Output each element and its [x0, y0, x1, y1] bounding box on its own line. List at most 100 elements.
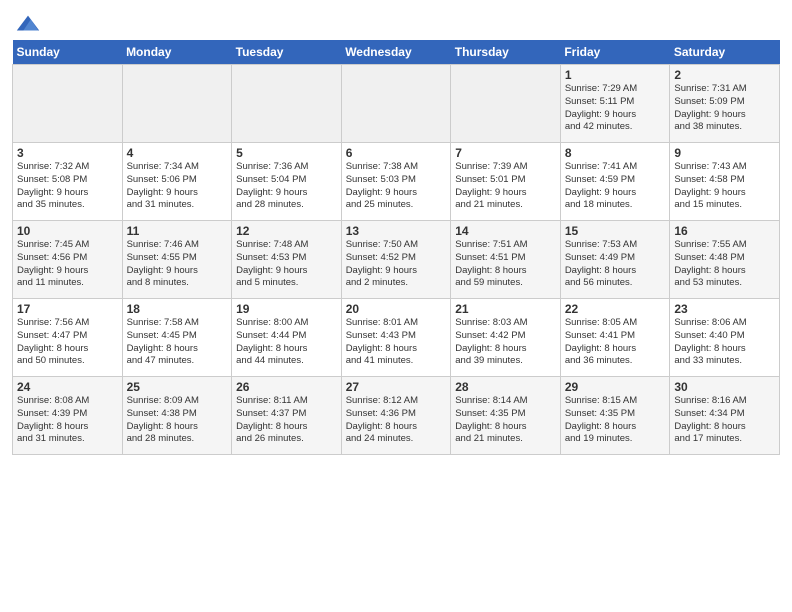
day-number: 15	[565, 224, 666, 238]
day-info: Sunrise: 8:03 AM Sunset: 4:42 PM Dayligh…	[455, 317, 556, 368]
day-cell-3: 3Sunrise: 7:32 AM Sunset: 5:08 PM Daylig…	[13, 143, 123, 221]
day-cell-25: 25Sunrise: 8:09 AM Sunset: 4:38 PM Dayli…	[122, 377, 232, 455]
day-number: 16	[674, 224, 775, 238]
day-number: 23	[674, 302, 775, 316]
week-row-4: 17Sunrise: 7:56 AM Sunset: 4:47 PM Dayli…	[13, 299, 780, 377]
day-info: Sunrise: 7:48 AM Sunset: 4:53 PM Dayligh…	[236, 239, 337, 290]
day-cell-9: 9Sunrise: 7:43 AM Sunset: 4:58 PM Daylig…	[670, 143, 780, 221]
day-number: 10	[17, 224, 118, 238]
day-info: Sunrise: 7:34 AM Sunset: 5:06 PM Dayligh…	[127, 161, 228, 212]
empty-cell	[13, 65, 123, 143]
day-number: 25	[127, 380, 228, 394]
day-info: Sunrise: 8:01 AM Sunset: 4:43 PM Dayligh…	[346, 317, 447, 368]
day-cell-29: 29Sunrise: 8:15 AM Sunset: 4:35 PM Dayli…	[560, 377, 670, 455]
day-cell-27: 27Sunrise: 8:12 AM Sunset: 4:36 PM Dayli…	[341, 377, 451, 455]
day-number: 12	[236, 224, 337, 238]
day-info: Sunrise: 8:12 AM Sunset: 4:36 PM Dayligh…	[346, 395, 447, 446]
day-info: Sunrise: 7:31 AM Sunset: 5:09 PM Dayligh…	[674, 83, 775, 134]
day-number: 6	[346, 146, 447, 160]
col-header-wednesday: Wednesday	[341, 40, 451, 65]
day-info: Sunrise: 8:14 AM Sunset: 4:35 PM Dayligh…	[455, 395, 556, 446]
day-info: Sunrise: 8:05 AM Sunset: 4:41 PM Dayligh…	[565, 317, 666, 368]
day-number: 5	[236, 146, 337, 160]
logo-icon	[14, 10, 42, 38]
day-number: 2	[674, 68, 775, 82]
day-cell-7: 7Sunrise: 7:39 AM Sunset: 5:01 PM Daylig…	[451, 143, 561, 221]
day-info: Sunrise: 7:53 AM Sunset: 4:49 PM Dayligh…	[565, 239, 666, 290]
header	[12, 10, 780, 34]
day-number: 20	[346, 302, 447, 316]
day-cell-18: 18Sunrise: 7:58 AM Sunset: 4:45 PM Dayli…	[122, 299, 232, 377]
day-cell-13: 13Sunrise: 7:50 AM Sunset: 4:52 PM Dayli…	[341, 221, 451, 299]
empty-cell	[232, 65, 342, 143]
day-info: Sunrise: 8:00 AM Sunset: 4:44 PM Dayligh…	[236, 317, 337, 368]
day-cell-22: 22Sunrise: 8:05 AM Sunset: 4:41 PM Dayli…	[560, 299, 670, 377]
day-number: 1	[565, 68, 666, 82]
day-info: Sunrise: 7:29 AM Sunset: 5:11 PM Dayligh…	[565, 83, 666, 134]
header-row: SundayMondayTuesdayWednesdayThursdayFrid…	[13, 40, 780, 65]
week-row-1: 1Sunrise: 7:29 AM Sunset: 5:11 PM Daylig…	[13, 65, 780, 143]
col-header-saturday: Saturday	[670, 40, 780, 65]
col-header-tuesday: Tuesday	[232, 40, 342, 65]
day-cell-16: 16Sunrise: 7:55 AM Sunset: 4:48 PM Dayli…	[670, 221, 780, 299]
day-number: 27	[346, 380, 447, 394]
day-number: 30	[674, 380, 775, 394]
day-cell-19: 19Sunrise: 8:00 AM Sunset: 4:44 PM Dayli…	[232, 299, 342, 377]
day-info: Sunrise: 7:55 AM Sunset: 4:48 PM Dayligh…	[674, 239, 775, 290]
day-number: 13	[346, 224, 447, 238]
day-number: 21	[455, 302, 556, 316]
empty-cell	[122, 65, 232, 143]
day-cell-21: 21Sunrise: 8:03 AM Sunset: 4:42 PM Dayli…	[451, 299, 561, 377]
day-info: Sunrise: 7:38 AM Sunset: 5:03 PM Dayligh…	[346, 161, 447, 212]
day-cell-6: 6Sunrise: 7:38 AM Sunset: 5:03 PM Daylig…	[341, 143, 451, 221]
day-cell-4: 4Sunrise: 7:34 AM Sunset: 5:06 PM Daylig…	[122, 143, 232, 221]
col-header-thursday: Thursday	[451, 40, 561, 65]
col-header-sunday: Sunday	[13, 40, 123, 65]
day-info: Sunrise: 7:58 AM Sunset: 4:45 PM Dayligh…	[127, 317, 228, 368]
day-info: Sunrise: 8:16 AM Sunset: 4:34 PM Dayligh…	[674, 395, 775, 446]
empty-cell	[341, 65, 451, 143]
day-cell-17: 17Sunrise: 7:56 AM Sunset: 4:47 PM Dayli…	[13, 299, 123, 377]
day-cell-10: 10Sunrise: 7:45 AM Sunset: 4:56 PM Dayli…	[13, 221, 123, 299]
page-container: SundayMondayTuesdayWednesdayThursdayFrid…	[0, 0, 792, 465]
day-cell-12: 12Sunrise: 7:48 AM Sunset: 4:53 PM Dayli…	[232, 221, 342, 299]
day-info: Sunrise: 7:46 AM Sunset: 4:55 PM Dayligh…	[127, 239, 228, 290]
day-info: Sunrise: 8:11 AM Sunset: 4:37 PM Dayligh…	[236, 395, 337, 446]
day-info: Sunrise: 7:41 AM Sunset: 4:59 PM Dayligh…	[565, 161, 666, 212]
day-info: Sunrise: 8:06 AM Sunset: 4:40 PM Dayligh…	[674, 317, 775, 368]
day-number: 18	[127, 302, 228, 316]
day-number: 19	[236, 302, 337, 316]
day-number: 3	[17, 146, 118, 160]
day-cell-11: 11Sunrise: 7:46 AM Sunset: 4:55 PM Dayli…	[122, 221, 232, 299]
day-info: Sunrise: 7:56 AM Sunset: 4:47 PM Dayligh…	[17, 317, 118, 368]
day-number: 24	[17, 380, 118, 394]
day-cell-24: 24Sunrise: 8:08 AM Sunset: 4:39 PM Dayli…	[13, 377, 123, 455]
week-row-2: 3Sunrise: 7:32 AM Sunset: 5:08 PM Daylig…	[13, 143, 780, 221]
day-cell-30: 30Sunrise: 8:16 AM Sunset: 4:34 PM Dayli…	[670, 377, 780, 455]
day-info: Sunrise: 8:09 AM Sunset: 4:38 PM Dayligh…	[127, 395, 228, 446]
day-number: 28	[455, 380, 556, 394]
col-header-monday: Monday	[122, 40, 232, 65]
day-cell-8: 8Sunrise: 7:41 AM Sunset: 4:59 PM Daylig…	[560, 143, 670, 221]
day-cell-2: 2Sunrise: 7:31 AM Sunset: 5:09 PM Daylig…	[670, 65, 780, 143]
day-cell-20: 20Sunrise: 8:01 AM Sunset: 4:43 PM Dayli…	[341, 299, 451, 377]
day-number: 29	[565, 380, 666, 394]
calendar-table: SundayMondayTuesdayWednesdayThursdayFrid…	[12, 40, 780, 455]
day-info: Sunrise: 7:51 AM Sunset: 4:51 PM Dayligh…	[455, 239, 556, 290]
day-info: Sunrise: 7:39 AM Sunset: 5:01 PM Dayligh…	[455, 161, 556, 212]
day-cell-14: 14Sunrise: 7:51 AM Sunset: 4:51 PM Dayli…	[451, 221, 561, 299]
day-cell-28: 28Sunrise: 8:14 AM Sunset: 4:35 PM Dayli…	[451, 377, 561, 455]
day-number: 17	[17, 302, 118, 316]
day-info: Sunrise: 7:36 AM Sunset: 5:04 PM Dayligh…	[236, 161, 337, 212]
day-number: 11	[127, 224, 228, 238]
day-info: Sunrise: 8:08 AM Sunset: 4:39 PM Dayligh…	[17, 395, 118, 446]
day-number: 7	[455, 146, 556, 160]
day-info: Sunrise: 7:32 AM Sunset: 5:08 PM Dayligh…	[17, 161, 118, 212]
day-cell-23: 23Sunrise: 8:06 AM Sunset: 4:40 PM Dayli…	[670, 299, 780, 377]
day-number: 4	[127, 146, 228, 160]
day-cell-15: 15Sunrise: 7:53 AM Sunset: 4:49 PM Dayli…	[560, 221, 670, 299]
day-number: 9	[674, 146, 775, 160]
day-info: Sunrise: 7:45 AM Sunset: 4:56 PM Dayligh…	[17, 239, 118, 290]
empty-cell	[451, 65, 561, 143]
day-cell-26: 26Sunrise: 8:11 AM Sunset: 4:37 PM Dayli…	[232, 377, 342, 455]
